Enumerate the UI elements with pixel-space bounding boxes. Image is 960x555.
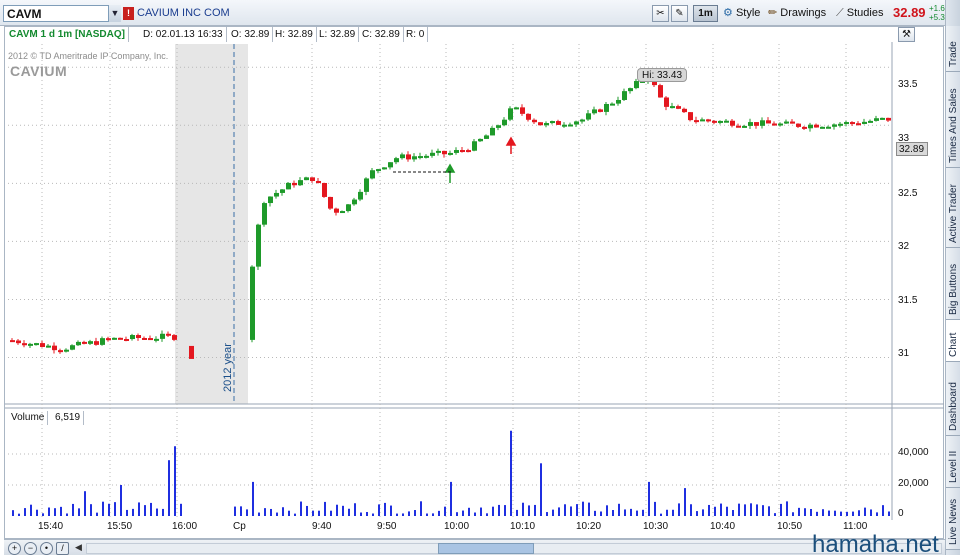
volume-label: Volume bbox=[8, 411, 49, 425]
info-high: H: 32.89 bbox=[272, 27, 317, 42]
time-tick: 15:50 bbox=[107, 521, 133, 532]
volume-tick: 0 bbox=[898, 508, 904, 519]
info-close: C: 32.89 bbox=[359, 27, 404, 42]
tab-times-and-sales[interactable]: Times And Sales bbox=[946, 72, 960, 168]
draw-line-icon[interactable]: / bbox=[56, 542, 69, 555]
current-price-tag: 32.89 bbox=[896, 142, 928, 156]
symbol-dropdown-icon[interactable]: ▼ bbox=[108, 5, 121, 22]
tab-dashboard[interactable]: Dashboard bbox=[946, 362, 960, 436]
cavium-logo: CAVIUM bbox=[10, 63, 68, 79]
price-tick: 32 bbox=[898, 241, 910, 252]
volume-value: 6,519 bbox=[52, 411, 85, 425]
tab-trade[interactable]: Trade bbox=[946, 26, 960, 72]
last-price: 32.89 bbox=[893, 5, 926, 20]
scroll-left-icon[interactable]: ◀ bbox=[75, 542, 82, 553]
zoom-out-icon[interactable]: − bbox=[24, 542, 37, 555]
time-tick: 10:10 bbox=[510, 521, 536, 532]
style-button[interactable]: ⚙ Style bbox=[723, 4, 760, 23]
tab-label: Times And Sales bbox=[948, 88, 959, 163]
tab-label: Level II bbox=[948, 450, 959, 483]
tab-label: Active Trader bbox=[948, 184, 959, 243]
chart-settings-icon[interactable]: ⚒ bbox=[898, 27, 915, 42]
info-bar: CAVM 1 d 1m [NASDAQ] D: 02.01.13 16:33 O… bbox=[6, 27, 892, 42]
interval-button[interactable]: 1m bbox=[693, 5, 718, 22]
tab-label: Live News bbox=[948, 498, 959, 545]
studies-label: Studies bbox=[846, 7, 884, 19]
studies-button[interactable]: ⟋ Studies bbox=[836, 4, 883, 23]
time-tick: 10:00 bbox=[444, 521, 470, 532]
time-tick: 9:40 bbox=[312, 521, 332, 532]
toolbar: CAVM ▼ ! CAVIUM INC COM ✂ ✎ 1m ⚙ Style ✏… bbox=[0, 0, 956, 26]
info-open: O: 32.89 bbox=[228, 27, 274, 42]
volume-tick: 20,000 bbox=[898, 478, 929, 489]
copyright-watermark: 2012 © TD Ameritrade IP Company, Inc. bbox=[8, 51, 169, 61]
tab-big-buttons[interactable]: Big Buttons bbox=[946, 248, 960, 320]
bottom-bar: + − • / ◀ bbox=[4, 539, 945, 555]
tab-label: Dashboard bbox=[948, 382, 959, 431]
company-name: CAVIUM INC COM bbox=[137, 7, 230, 19]
alert-flag-icon[interactable]: ! bbox=[123, 7, 134, 20]
tab-label: Trade bbox=[948, 41, 959, 67]
time-tick: 10:30 bbox=[643, 521, 669, 532]
pencil-icon: ✏ bbox=[768, 7, 778, 19]
tab-level-ii[interactable]: Level II bbox=[946, 436, 960, 488]
price-tick: 31 bbox=[898, 348, 910, 359]
drawings-label: Drawings bbox=[780, 7, 827, 19]
time-tick: 10:20 bbox=[576, 521, 602, 532]
volume-tick: 40,000 bbox=[898, 447, 929, 458]
studies-icon: ⟋ bbox=[836, 7, 844, 19]
time-tick: 15:40 bbox=[38, 521, 64, 532]
high-badge: Hi: 33.43 bbox=[637, 68, 688, 82]
drawings-button[interactable]: ✏ Drawings bbox=[768, 4, 826, 23]
tab-label: Big Buttons bbox=[948, 263, 959, 315]
link-tool-icon[interactable]: ✎ bbox=[671, 5, 688, 22]
year-marker-label: 2012 year bbox=[222, 343, 234, 392]
price-tick: 32.5 bbox=[898, 188, 918, 199]
crosshair-tool-icon[interactable]: ✂ bbox=[652, 5, 669, 22]
info-low: L: 32.89 bbox=[316, 27, 360, 42]
zoom-in-icon[interactable]: + bbox=[8, 542, 21, 555]
tab-label: Chart bbox=[948, 332, 959, 357]
zoom-fit-icon[interactable]: • bbox=[40, 542, 53, 555]
time-tick: 10:50 bbox=[777, 521, 803, 532]
style-icon: ⚙ bbox=[723, 7, 733, 19]
tab-live-news[interactable]: Live News bbox=[946, 488, 960, 550]
info-range: R: 0 bbox=[403, 27, 429, 42]
time-tick: 9:50 bbox=[377, 521, 397, 532]
scrollbar-thumb[interactable] bbox=[438, 543, 534, 554]
time-tick: 16:00 bbox=[172, 521, 198, 532]
time-tick: 10:40 bbox=[710, 521, 736, 532]
chart-frame bbox=[4, 26, 944, 539]
price-tick: 33 bbox=[898, 133, 910, 144]
symbol-input[interactable]: CAVM bbox=[3, 5, 121, 22]
side-tabs: Trade Times And Sales Active Trader Big … bbox=[945, 0, 960, 555]
site-watermark: hamaha.net bbox=[812, 531, 939, 555]
tab-active-trader[interactable]: Active Trader bbox=[946, 168, 960, 248]
info-date: D: 02.01.13 16:33 bbox=[140, 27, 227, 42]
chart-title: CAVM 1 d 1m [NASDAQ] bbox=[6, 27, 129, 42]
price-tick: 31.5 bbox=[898, 295, 918, 306]
tab-chart[interactable]: Chart bbox=[946, 320, 960, 362]
time-tick: Cp bbox=[233, 521, 246, 532]
style-label: Style bbox=[735, 7, 761, 19]
price-tick: 33.5 bbox=[898, 79, 918, 90]
